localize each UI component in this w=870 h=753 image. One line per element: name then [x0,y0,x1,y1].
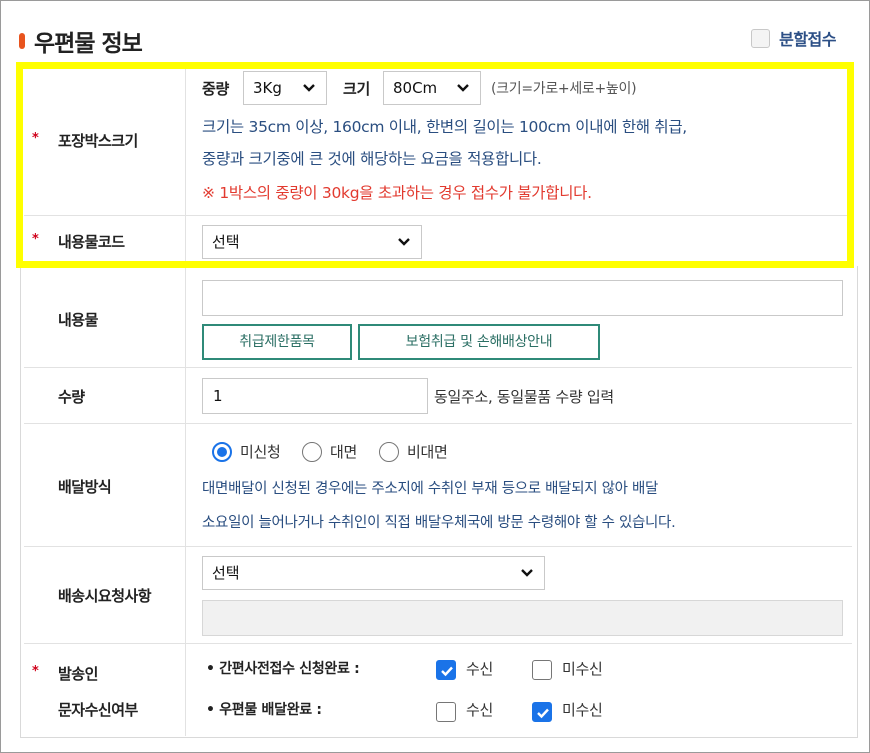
radio-contactless[interactable] [379,442,399,462]
sms-item1-label: • 간편사전접수 신청완료 : [206,661,360,677]
radio-label-contactless[interactable]: 비대면 [407,441,448,462]
row-contents: 내용물 취급제한품목 보험취급 및 손해배상안내 [24,268,852,368]
row-delivery-request: 배송시요청사항 선택 [24,547,852,644]
label-sms-line1: 발송인 [58,665,98,683]
check-icon [441,666,453,677]
radio-face-to-face[interactable] [302,442,322,462]
title-accent-bar [19,33,25,49]
item2-receive-checkbox[interactable] [436,702,456,722]
item1-receive-checkbox[interactable] [436,660,456,680]
row-label-contents: 내용물 [24,268,186,367]
row-label-delivery: 배달방식 [24,424,186,546]
row-label-sms: * 발송인 문자수신여부 [24,644,186,736]
row-label-request: 배송시요청사항 [24,547,186,643]
item2-not-receive-checkbox[interactable] [532,702,552,722]
item1-receive-label[interactable]: 수신 [466,658,493,679]
insurance-guide-button[interactable]: 보험취급 및 손해배상안내 [358,324,600,360]
request-select[interactable]: 선택 [202,556,545,590]
row-value-quantity: 1 동일주소, 동일물품 수량 입력 [202,368,844,423]
sms-item2-label: • 우편물 배달완료 : [206,702,322,718]
label-contents: 내용물 [58,311,98,329]
restricted-items-button[interactable]: 취급제한품목 [202,324,352,360]
row-label-quantity: 수량 [24,368,186,423]
item1-not-receive-label[interactable]: 미수신 [562,658,603,679]
contents-input[interactable] [202,280,843,316]
row-value-sms: • 간편사전접수 신청완료 : 수신 미수신 • 우편물 배달완료 : 수신 미… [202,644,844,736]
item2-receive-label[interactable]: 수신 [466,699,493,720]
page-title: 우편물 정보 [34,31,143,57]
split-receipt-toggle[interactable]: 분할접수 [751,26,836,50]
split-receipt-checkbox[interactable] [751,28,771,48]
row-value-delivery: 미신청 대면 비대면 대면배달이 신청된 경우에는 주소지에 수취인 부재 등으… [202,424,844,546]
label-request: 배송시요청사항 [58,587,152,605]
row-delivery-method: 배달방식 미신청 대면 비대면 대면배달이 신청된 경우에는 주소지에 수취인 … [24,424,852,547]
row-sender-sms: * 발송인 문자수신여부 • 간편사전접수 신청완료 : 수신 미수신 • 우편… [24,644,852,736]
check-icon [537,708,549,719]
row-value-request: 선택 [202,547,844,643]
item1-not-receive-checkbox[interactable] [532,660,552,680]
section-header: 우편물 정보 분할접수 [16,20,836,60]
delivery-desc-line1: 대면배달이 신청된 경우에는 주소지에 수취인 부재 등으로 배달되지 않아 배… [202,481,659,497]
required-mark: * [32,664,39,679]
request-detail-input[interactable] [202,600,843,636]
label-delivery: 배달방식 [58,478,112,496]
radio-label-face-to-face[interactable]: 대면 [330,441,357,462]
request-select-value: 선택 [212,564,240,582]
item2-not-receive-label[interactable]: 미수신 [562,699,603,720]
label-sms-line2: 문자수신여부 [58,701,138,719]
quantity-note: 동일주소, 동일물품 수량 입력 [434,388,614,406]
radio-label-not-requested[interactable]: 미신청 [240,441,281,462]
row-quantity: 수량 1 동일주소, 동일물품 수량 입력 [24,368,852,424]
radio-not-requested[interactable] [212,442,232,462]
delivery-desc-line2: 소요일이 늘어나거나 수취인이 직접 배달우체국에 방문 수령해야 할 수 있습… [202,515,676,531]
quantity-input[interactable]: 1 [202,378,428,414]
row-value-contents: 취급제한품목 보험취급 및 손해배상안내 [202,268,844,367]
split-receipt-label[interactable]: 분할접수 [779,26,836,50]
chevron-down-icon [521,569,533,577]
label-quantity: 수량 [58,388,85,406]
highlight-box [16,62,854,268]
